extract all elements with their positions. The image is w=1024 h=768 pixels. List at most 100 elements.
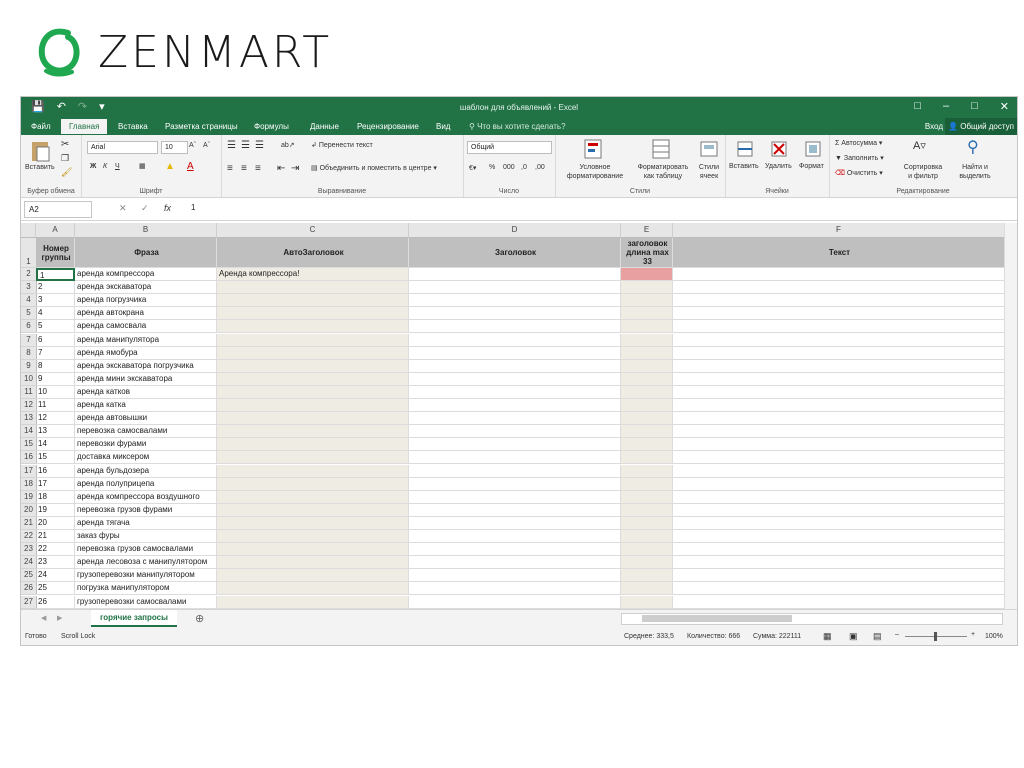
header-cell[interactable]: заголовок длина max 33 [621, 238, 673, 268]
increase-indent-icon[interactable]: ⇥ [291, 163, 299, 174]
table-cell[interactable] [673, 399, 1005, 413]
table-cell[interactable]: 11 [36, 399, 75, 413]
table-cell[interactable] [673, 451, 1005, 465]
table-cell[interactable]: 15 [36, 451, 75, 465]
table-cell[interactable] [673, 503, 1005, 517]
row-header[interactable]: 16 [21, 451, 37, 465]
column-header-c[interactable]: C [217, 223, 409, 238]
table-cell[interactable] [217, 307, 409, 321]
table-cell[interactable] [217, 359, 409, 373]
table-cell[interactable] [409, 556, 621, 570]
header-cell[interactable]: Номер группы [36, 238, 75, 268]
table-cell[interactable] [217, 477, 409, 491]
row-header[interactable]: 19 [21, 490, 37, 504]
row-header[interactable]: 27 [21, 595, 37, 609]
row-header[interactable]: 14 [21, 425, 37, 439]
table-cell[interactable] [673, 359, 1005, 373]
table-cell[interactable]: 1 [36, 268, 75, 282]
row-header[interactable]: 6 [21, 320, 37, 334]
percent-style-button[interactable]: % [489, 164, 495, 171]
header-cell[interactable]: Фраза [75, 238, 217, 268]
horizontal-scroll-thumb[interactable] [642, 615, 792, 622]
table-cell[interactable] [673, 346, 1005, 360]
table-cell[interactable] [217, 464, 409, 478]
table-cell[interactable] [409, 372, 621, 386]
table-cell[interactable] [673, 372, 1005, 386]
minimize-icon[interactable]: – [943, 100, 949, 113]
row-header[interactable]: 25 [21, 569, 37, 583]
table-cell[interactable] [621, 543, 673, 557]
table-cell[interactable]: заказ фуры [75, 530, 217, 544]
table-cell[interactable] [621, 451, 673, 465]
table-cell[interactable] [409, 569, 621, 583]
table-cell[interactable] [217, 556, 409, 570]
table-cell[interactable] [409, 464, 621, 478]
table-cell[interactable]: 5 [36, 320, 75, 334]
row-header[interactable]: 9 [21, 359, 37, 373]
table-cell[interactable]: 4 [36, 307, 75, 321]
table-cell[interactable]: перевозки фурами [75, 438, 217, 452]
table-cell[interactable] [217, 281, 409, 295]
table-cell[interactable] [673, 477, 1005, 491]
row-header[interactable]: 12 [21, 399, 37, 413]
table-cell[interactable] [217, 372, 409, 386]
zoom-slider[interactable] [905, 632, 967, 641]
comma-style-button[interactable]: 000 [503, 164, 515, 171]
find-select-button[interactable]: Найти и выделить [953, 163, 997, 181]
table-cell[interactable] [217, 385, 409, 399]
table-cell[interactable] [409, 399, 621, 413]
table-cell[interactable] [673, 582, 1005, 596]
table-cell[interactable] [621, 569, 673, 583]
fill-button[interactable]: ▼ Заполнить ▾ [835, 154, 884, 162]
table-cell[interactable] [621, 359, 673, 373]
merge-center-button[interactable]: ▤ Объединить и поместить в центре ▾ [311, 164, 437, 172]
table-cell[interactable] [409, 294, 621, 308]
column-header-a[interactable]: A [36, 223, 75, 238]
table-cell[interactable] [673, 543, 1005, 557]
row-header[interactable]: 26 [21, 582, 37, 596]
horizontal-scrollbar[interactable] [621, 613, 1003, 625]
page-break-view-icon[interactable]: ▤ [873, 631, 882, 642]
bottom-align-icon[interactable]: ☰ [255, 140, 264, 151]
table-cell[interactable] [621, 490, 673, 504]
insert-cells-button[interactable]: Вставить [729, 163, 759, 170]
row-header[interactable]: 8 [21, 346, 37, 360]
bold-button[interactable]: Ж [90, 163, 96, 170]
header-cell[interactable]: Заголовок [409, 238, 621, 268]
tab-insert[interactable]: Вставка [118, 122, 148, 131]
table-cell[interactable] [409, 490, 621, 504]
table-cell[interactable] [621, 530, 673, 544]
italic-button[interactable]: К [103, 163, 107, 170]
table-cell[interactable]: 22 [36, 543, 75, 557]
table-cell[interactable] [621, 399, 673, 413]
table-cell[interactable]: аренда катка [75, 399, 217, 413]
table-cell[interactable] [621, 294, 673, 308]
table-cell[interactable]: 6 [36, 333, 75, 347]
table-cell[interactable]: аренда автокрана [75, 307, 217, 321]
table-cell[interactable] [217, 320, 409, 334]
table-cell[interactable] [409, 451, 621, 465]
table-cell[interactable]: аренда автовышки [75, 412, 217, 426]
clear-button[interactable]: ⌫ Очистить ▾ [835, 169, 883, 177]
new-sheet-icon[interactable]: ⊕ [195, 612, 204, 625]
row-header[interactable]: 21 [21, 516, 37, 530]
table-cell[interactable] [409, 333, 621, 347]
table-cell[interactable]: аренда манипулятора [75, 333, 217, 347]
delete-cells-button[interactable]: Удалить [765, 163, 792, 170]
table-cell[interactable] [217, 294, 409, 308]
format-as-table-icon[interactable] [651, 138, 671, 160]
sort-filter-icon[interactable]: A▿ [913, 139, 926, 152]
row-header[interactable]: 23 [21, 543, 37, 557]
table-cell[interactable] [621, 385, 673, 399]
table-cell[interactable] [621, 595, 673, 609]
table-cell[interactable]: 9 [36, 372, 75, 386]
row-header[interactable]: 1 [21, 238, 37, 268]
borders-icon[interactable]: ▦ [139, 162, 146, 170]
table-cell[interactable] [621, 503, 673, 517]
table-cell[interactable] [621, 268, 673, 282]
decrease-indent-icon[interactable]: ⇤ [277, 163, 285, 174]
formula-input[interactable]: 1 [191, 203, 195, 212]
table-cell[interactable]: грузоперевозки самосвалами [75, 595, 217, 609]
table-cell[interactable] [217, 530, 409, 544]
zoom-in-icon[interactable]: + [971, 631, 975, 638]
